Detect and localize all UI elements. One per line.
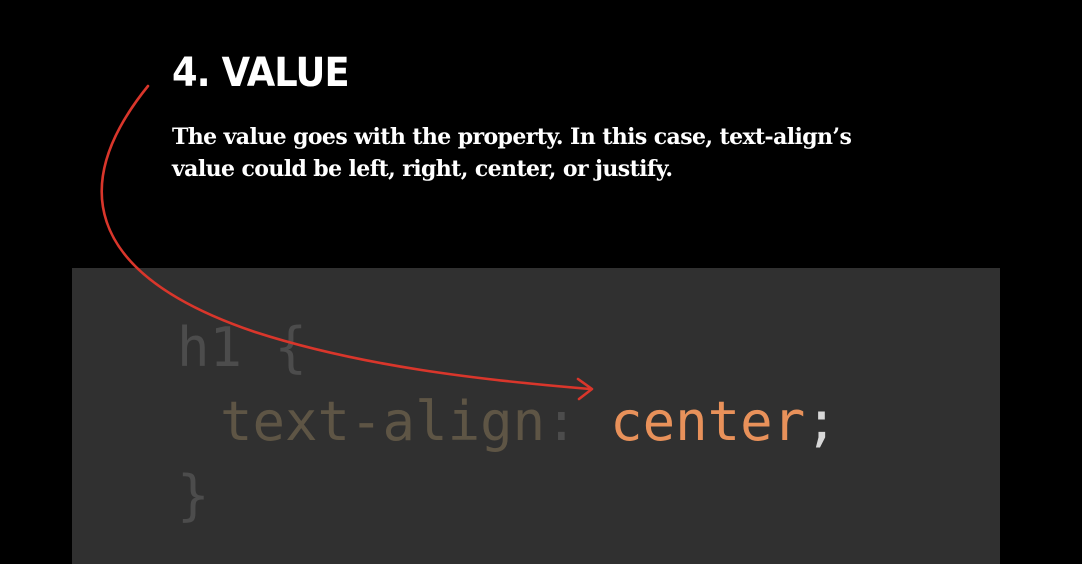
code-line-selector: h1 { bbox=[177, 316, 307, 380]
code-colon: : bbox=[545, 390, 578, 453]
code-brace-open: { bbox=[274, 316, 308, 379]
code-value: center bbox=[610, 390, 806, 453]
code-line-declaration: text-align: center; bbox=[220, 390, 838, 454]
code-brace-close: } bbox=[177, 464, 210, 527]
code-line-close: } bbox=[177, 464, 210, 528]
slide: 4. VALUE The value goes with the propert… bbox=[0, 0, 1082, 564]
code-semicolon: ; bbox=[805, 390, 838, 453]
code-selector: h1 bbox=[177, 316, 243, 379]
code-panel: h1 { text-align: center; } bbox=[72, 268, 1000, 564]
section-description: The value goes with the property. In thi… bbox=[172, 124, 852, 182]
code-property: text-align bbox=[220, 390, 546, 453]
section-heading: 4. VALUE bbox=[172, 50, 350, 96]
